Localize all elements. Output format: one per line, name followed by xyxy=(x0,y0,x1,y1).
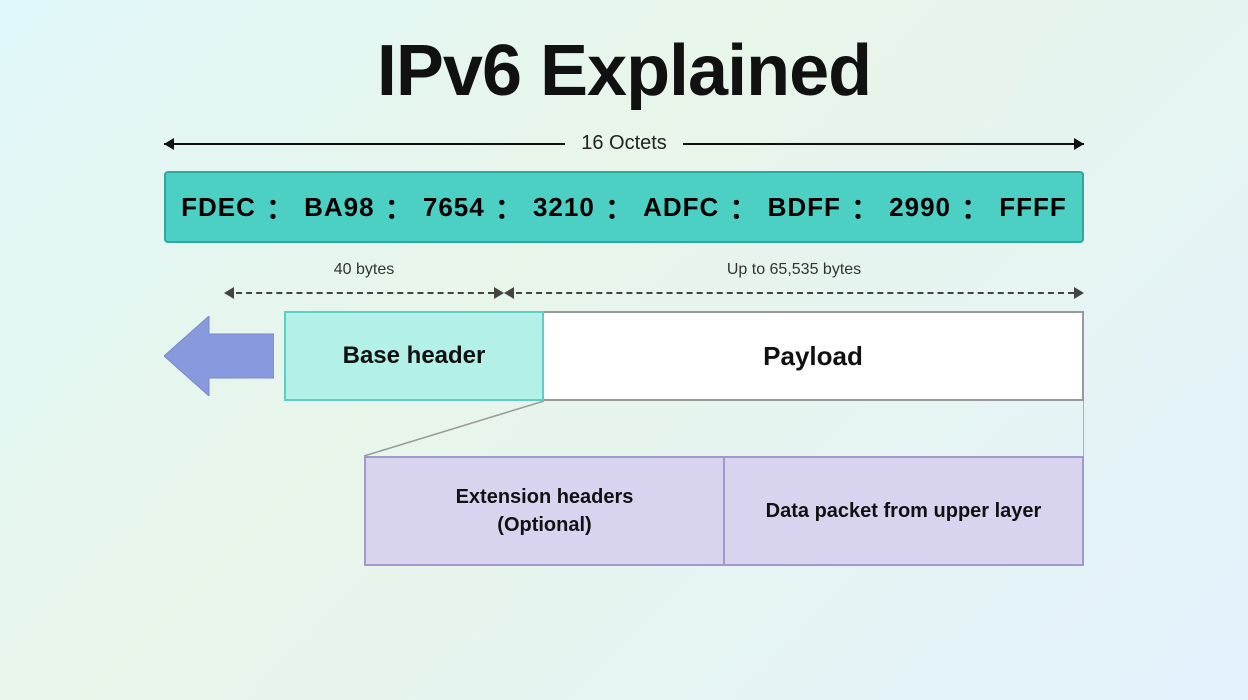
base-header-box: Base header xyxy=(284,311,544,401)
ipv6-seg-4: ADFC xyxy=(643,192,719,223)
ipv6-colon-4: ： xyxy=(729,187,757,227)
big-left-arrow xyxy=(164,311,284,401)
big-arrow-svg xyxy=(164,316,274,396)
expansion-lines-svg xyxy=(164,401,1084,456)
ipv6-seg-6: 2990 xyxy=(889,192,951,223)
dashed-arrows-row xyxy=(164,279,1084,307)
arrow-head-right-40 xyxy=(494,287,504,299)
ipv6-colon-2: ： xyxy=(495,187,523,227)
ipv6-seg-0: FDEC xyxy=(181,192,256,223)
base-header-label: Base header xyxy=(343,342,486,370)
ipv6-seg-5: BDFF xyxy=(768,192,841,223)
payload-label: Payload xyxy=(763,341,863,372)
extension-headers-box: Extension headers(Optional) xyxy=(364,456,725,566)
packet-row: Base header Payload xyxy=(164,311,1084,401)
dashed-arrow-40bytes xyxy=(164,287,504,299)
lower-boxes-row: Extension headers(Optional) Data packet … xyxy=(364,456,1084,566)
forty-bytes-label: 40 bytes xyxy=(164,261,504,279)
page-container: IPv6 Explained 16 Octets FDEC ： BA98 ： 7… xyxy=(0,0,1248,700)
octets-arrow-line-left xyxy=(164,143,565,145)
page-title: IPv6 Explained xyxy=(377,30,871,112)
ipv6-seg-3: 3210 xyxy=(533,192,595,223)
ipv6-seg-2: 7654 xyxy=(423,192,485,223)
data-packet-label: Data packet from upper layer xyxy=(766,500,1042,523)
ipv6-colon-0: ： xyxy=(266,187,294,227)
octets-arrow: 16 Octets xyxy=(164,132,1084,155)
arrow-head-left xyxy=(224,287,234,299)
payload-box: Payload xyxy=(544,311,1084,401)
data-packet-box: Data packet from upper layer xyxy=(725,456,1084,566)
ipv6-colon-3: ： xyxy=(605,187,633,227)
arrow-head-left-65535 xyxy=(504,287,514,299)
ext-headers-label: Extension headers(Optional) xyxy=(456,483,634,539)
ipv6-colon-6: ： xyxy=(961,187,989,227)
dashed-arrow-65535 xyxy=(504,287,1084,299)
ipv6-colon-1: ： xyxy=(385,187,413,227)
ipv6-colon-5: ： xyxy=(851,187,879,227)
arrow-head-right-65535 xyxy=(1074,287,1084,299)
upto-label: Up to 65,535 bytes xyxy=(504,261,1084,279)
ipv6-seg-7: FFFF xyxy=(999,192,1067,223)
dashed-line-right xyxy=(516,292,1074,294)
ipv6-address-bar: FDEC ： BA98 ： 7654 ： 3210 ： ADFC ： BDFF … xyxy=(164,171,1084,243)
octets-section: 16 Octets xyxy=(164,132,1084,161)
expansion-section xyxy=(164,401,1084,456)
dashed-line-left xyxy=(236,292,494,294)
octets-label-row: 16 Octets xyxy=(164,132,1084,155)
octets-label: 16 Octets xyxy=(565,132,683,155)
dashed-labels-row: 40 bytes Up to 65,535 bytes xyxy=(164,261,1084,279)
octets-arrow-line-right xyxy=(683,143,1084,145)
ipv6-seg-1: BA98 xyxy=(304,192,374,223)
dashed-section: 40 bytes Up to 65,535 bytes xyxy=(164,261,1084,307)
